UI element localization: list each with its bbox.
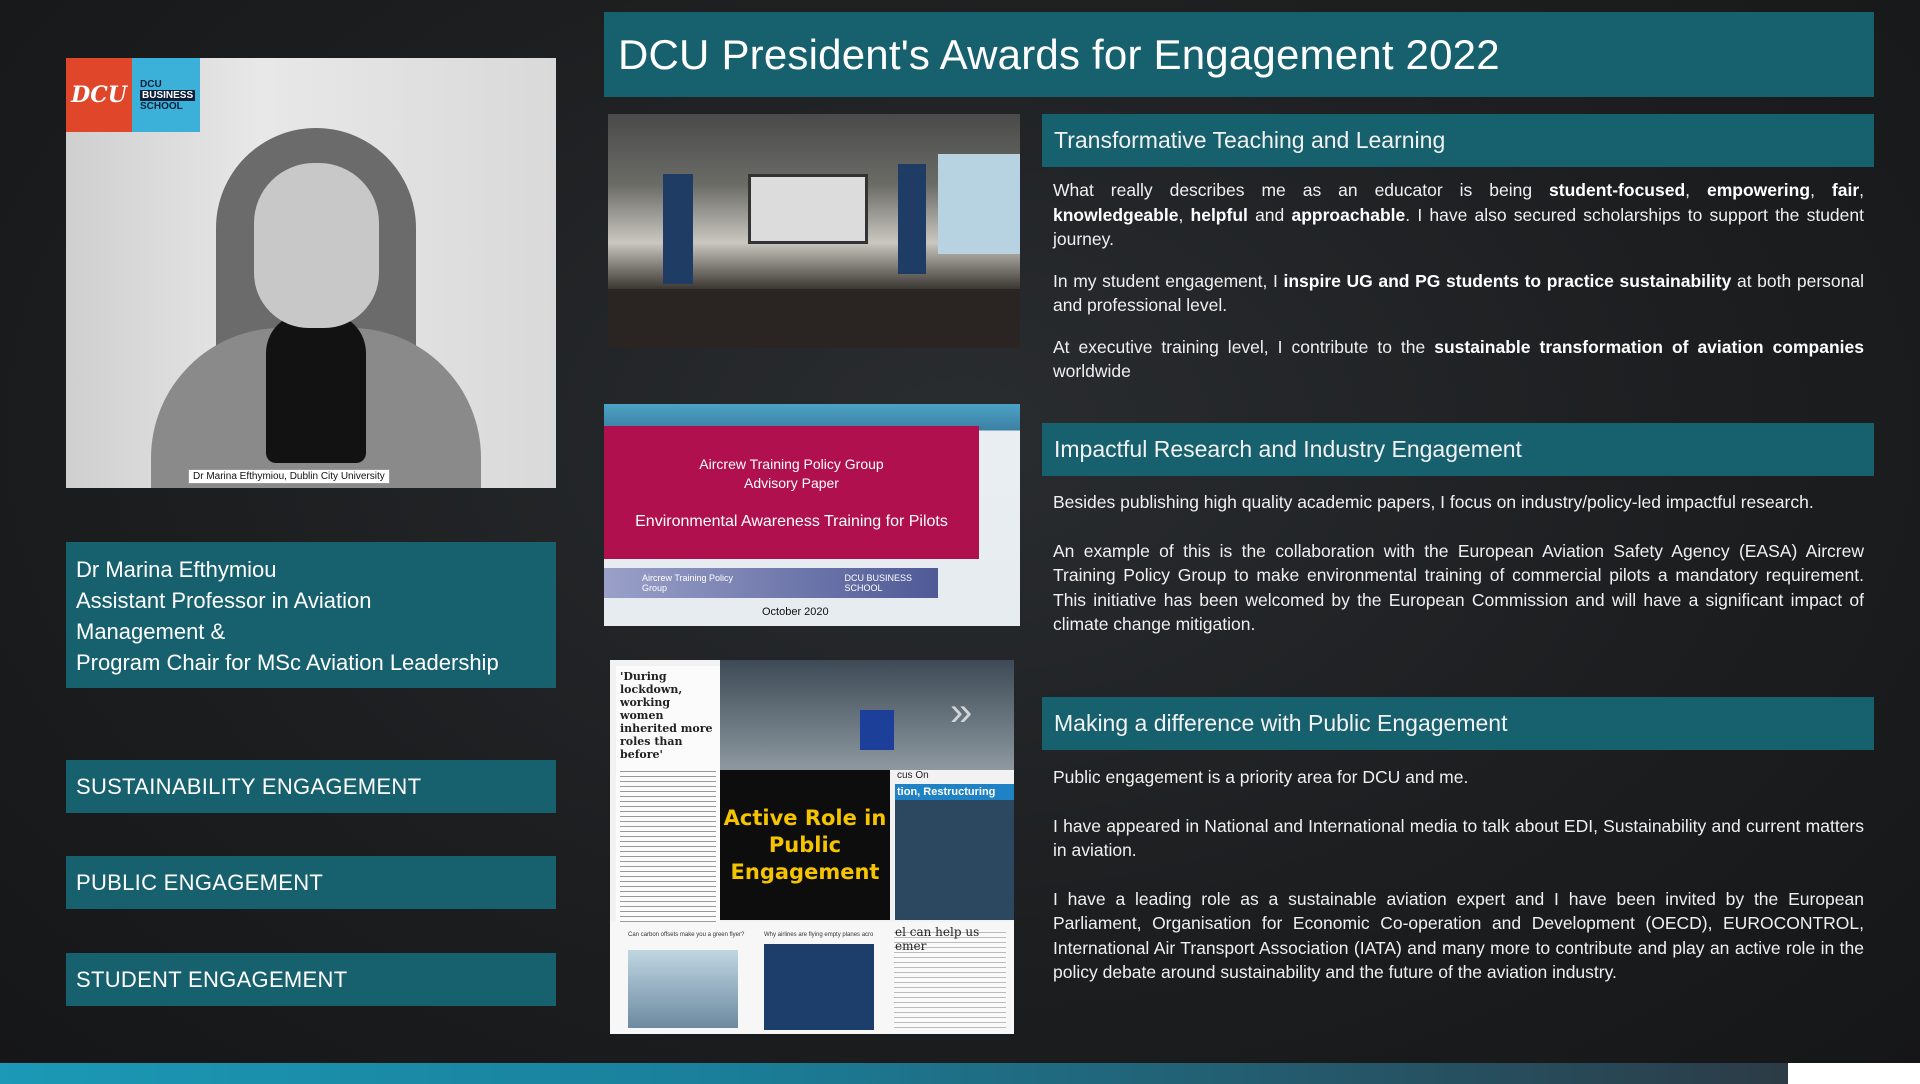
tag-student-engagement: STUDENT ENGAGEMENT <box>66 953 556 1006</box>
paper-line2: Advisory Paper <box>744 474 839 491</box>
paper-line3: Environmental Awareness Training for Pil… <box>635 512 948 530</box>
paragraph-text: , <box>1810 180 1832 200</box>
traveller-image <box>628 950 738 1028</box>
newspaper-column: 'During lockdown, working women inherite… <box>616 666 720 951</box>
section-paragraph: What really describes me as an educator … <box>1053 178 1864 252</box>
paragraph-text: Public engagement is a priority area for… <box>1053 767 1469 787</box>
classroom-banner-right <box>898 164 926 274</box>
emphasis-text: knowledgeable <box>1053 204 1179 225</box>
active-role-box: Active Role in Public Engagement <box>720 770 890 920</box>
section-paragraph: I have a leading role as a sustainable a… <box>1053 887 1864 985</box>
emphasis-text: student-focused <box>1549 180 1686 200</box>
paragraph-text: worldwide <box>1053 361 1131 381</box>
active-role-line: Engagement <box>730 859 880 884</box>
section-heading-research: Impactful Research and Industry Engageme… <box>1042 423 1874 476</box>
tag-sustainability-engagement: SUSTAINABILITY ENGAGEMENT <box>66 760 556 813</box>
paragraph-text: I have appeared in National and Internat… <box>1053 815 1864 861</box>
paragraph-text: and <box>1247 204 1292 225</box>
title-bar: DCU President's Awards for Engagement 20… <box>604 12 1874 97</box>
eu-flag-icon <box>860 710 894 750</box>
section-paragraph: An example of this is the collaboration … <box>1053 539 1864 637</box>
classroom-window <box>938 154 1020 254</box>
collage-caption-1: Can carbon offsets make you a green flye… <box>628 932 745 938</box>
portrait-top <box>266 313 366 463</box>
paragraph-text: , <box>1178 204 1191 225</box>
section-body-public: Public engagement is a priority area for… <box>1053 765 1864 1009</box>
title-line: Management & <box>76 619 226 644</box>
dcu-logo: DCU <box>66 58 132 132</box>
paper-line1: Aircrew Training Policy Group <box>699 455 884 472</box>
fast-forward-icon: » <box>950 690 973 734</box>
paper-strip-right: DCU BUSINESS SCHOOL <box>844 573 913 593</box>
paragraph-text: , <box>1859 180 1864 200</box>
paragraph-text: An example of this is the collaboration … <box>1053 540 1864 635</box>
portrait-photo: DCU DCU BUSINESS SCHOOL Dr Marina Efthym… <box>66 58 556 488</box>
section-paragraph: Besides publishing high quality academic… <box>1053 490 1864 515</box>
section-body-teaching: What really describes me as an educator … <box>1053 178 1864 401</box>
page-title: DCU President's Awards for Engagement 20… <box>618 30 1500 78</box>
section-heading-teaching: Transformative Teaching and Learning <box>1042 114 1874 167</box>
footer-white-block <box>1788 1063 1920 1084</box>
classroom-banner-left <box>663 174 693 284</box>
school-logo-line2: BUSINESS <box>140 89 196 101</box>
school-logo-line1: DCU <box>140 78 162 90</box>
paragraph-text: , <box>1685 180 1707 200</box>
paper-strip-left: Aircrew Training Policy Group <box>642 573 734 593</box>
paragraph-text: In my student engagement, I <box>1053 270 1284 291</box>
portrait-face <box>254 163 379 328</box>
active-role-line: Public <box>768 832 842 857</box>
plane-contrail-image <box>764 944 874 1030</box>
section-paragraph: At executive training level, I contribut… <box>1053 335 1864 384</box>
classroom-photo <box>608 114 1020 348</box>
advisory-paper-image: Aircrew Training Policy Group Advisory P… <box>604 404 1020 626</box>
name-title-box: Dr Marina Efthymiou Assistant Professor … <box>66 542 556 688</box>
paragraph-text: I have a leading role as a sustainable a… <box>1053 888 1864 983</box>
paragraph-text: What really describes me as an educator … <box>1053 180 1550 200</box>
school-logo-line3: SCHOOL <box>140 100 183 112</box>
paper-strip: Aircrew Training Policy Group DCU BUSINE… <box>604 568 938 598</box>
emphasis-text: inspire UG and PG students to practice s… <box>1283 270 1732 291</box>
collage-caption-2: Why airlines are flying empty planes acr… <box>764 932 874 938</box>
focus-on-label: cus On <box>895 770 1014 784</box>
section-paragraph: In my student engagement, I inspire UG a… <box>1053 269 1864 318</box>
section-body-research: Besides publishing high quality academic… <box>1053 490 1864 661</box>
emphasis-text: fair <box>1831 180 1860 200</box>
collage-caption-3: el can help us emer <box>895 925 980 953</box>
photo-caption: Dr Marina Efthymiou, Dublin City Univers… <box>188 469 390 484</box>
title-line: Assistant Professor in Aviation <box>76 588 372 613</box>
emphasis-text: empowering <box>1706 180 1811 200</box>
active-role-line: Active Role in <box>723 805 887 830</box>
restructuring-label: tion, Restructuring <box>895 784 1014 800</box>
business-school-logo: DCU BUSINESS SCHOOL <box>132 58 200 132</box>
media-collage: 'During lockdown, working women inherite… <box>610 660 1014 1034</box>
footer-gradient-bar <box>0 1063 1788 1084</box>
emphasis-text: sustainable transformation of aviation c… <box>1434 336 1864 357</box>
newspaper-headline: 'During lockdown, working women inherite… <box>620 670 713 761</box>
tag-public-engagement: PUBLIC ENGAGEMENT <box>66 856 556 909</box>
paper-cover-block: Aircrew Training Policy Group Advisory P… <box>604 426 979 559</box>
section-paragraph: Public engagement is a priority area for… <box>1053 765 1864 790</box>
name-line: Dr Marina Efthymiou <box>76 557 277 582</box>
paragraph-text: At executive training level, I contribut… <box>1053 336 1435 357</box>
emphasis-text: approachable <box>1291 204 1406 225</box>
classroom-screen <box>748 174 868 244</box>
title-line: Program Chair for MSc Aviation Leadershi… <box>76 650 499 675</box>
classroom-desks <box>608 289 1020 348</box>
section-paragraph: I have appeared in National and Internat… <box>1053 814 1864 863</box>
emphasis-text: helpful <box>1190 204 1248 225</box>
section-heading-public: Making a difference with Public Engageme… <box>1042 697 1874 750</box>
paragraph-text: Besides publishing high quality academic… <box>1053 492 1814 512</box>
dcu-logo-text: DCU <box>71 82 127 108</box>
paper-date: October 2020 <box>762 606 829 618</box>
focus-on-image: cus On tion, Restructuring <box>895 770 1014 920</box>
